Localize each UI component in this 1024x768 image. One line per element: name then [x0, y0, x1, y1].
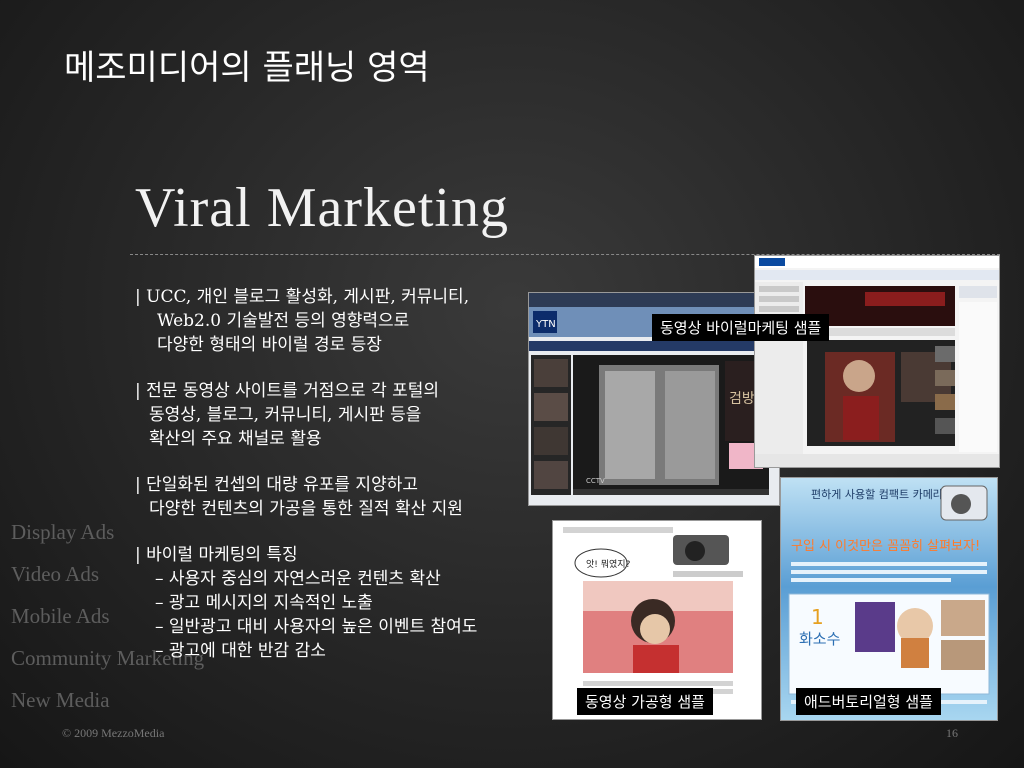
advertorial-image: 편하게 사용할 컴팩트 카메라 구입 시 이것만은 꼼꼼히 살펴보자! 1 화소…: [781, 478, 997, 720]
page-title: 메조미디어의 플래닝 영역: [64, 48, 430, 88]
cctv-label: CCTV: [586, 477, 605, 485]
bullet-block-3: | 단일화된 컨셉의 대량 유포를 지양하고 다양한 컨텐츠의 가공을 통한 질…: [135, 473, 530, 521]
bullet-text: – 광고 메시지의 지속적인 노출: [155, 593, 373, 613]
side-menu-item-new-media[interactable]: New Media: [11, 688, 204, 730]
svg-text:1: 1: [811, 605, 824, 629]
advertorial-name: 화소수: [799, 630, 840, 648]
bullet-text: | UCC, 개인 블로그 활성화, 게시판, 커뮤니티,: [135, 287, 470, 307]
processed-bubble-text: 앗! 뭐였지?: [586, 558, 631, 570]
bullet-block-1: | UCC, 개인 블로그 활성화, 게시판, 커뮤니티, Web2.0 기술발…: [135, 285, 530, 357]
footer-copyright: © 2009 MezzoMedia: [62, 726, 165, 740]
bullet-text: – 광고에 대한 반감 감소: [155, 641, 326, 661]
main-heading: Viral Marketing: [135, 177, 509, 239]
portal-tv-screenshot: [754, 255, 1000, 468]
bullet-text: | 전문 동영상 사이트를 거점으로 각 포털의: [135, 381, 440, 401]
bullet-text: | 단일화된 컨셉의 대량 유포를 지양하고: [135, 475, 418, 495]
bullet-text: – 일반광고 대비 사용자의 높은 이벤트 참여도: [155, 617, 478, 637]
advertorial-headline: 구입 시 이것만은 꼼꼼히 살펴보자!: [791, 539, 980, 554]
bullet-block-2: | 전문 동영상 사이트를 거점으로 각 포털의 동영상, 블로그, 커뮤니티,…: [135, 379, 530, 451]
footer-page-number: 16: [946, 726, 958, 740]
video-viral-sample-label: 동영상 바이럴마케팅 샘플: [652, 314, 830, 341]
bullet-text: Web2.0 기술발전 등의 영향력으로: [157, 311, 410, 331]
bullet-text: 다양한 컨텐츠의 가공을 통한 질적 확산 지원: [149, 499, 463, 519]
bullet-text: 다양한 형태의 바이럴 경로 등장: [157, 335, 382, 355]
advertorial-title: 편하게 사용할 컴팩트 카메라: [811, 487, 943, 501]
svg-text:검방: 검방: [729, 391, 755, 407]
ytn-logo: YTN: [535, 319, 556, 330]
bullet-list: | UCC, 개인 블로그 활성화, 게시판, 커뮤니티, Web2.0 기술발…: [135, 285, 530, 685]
bullet-text: – 사용자 중심의 자연스러운 컨텐츠 확산: [155, 569, 441, 589]
bullet-text: | 바이럴 마케팅의 특징: [135, 545, 298, 565]
bullet-text: 확산의 주요 채널로 활용: [149, 429, 322, 449]
advertorial-screenshot: 편하게 사용할 컴팩트 카메라 구입 시 이것만은 꼼꼼히 살펴보자! 1 화소…: [780, 477, 998, 721]
portal-tv-image: [755, 256, 999, 467]
processed-video-sample-label: 동영상 가공형 샘플: [577, 688, 713, 715]
bullet-text: 동영상, 블로그, 커뮤니티, 게시판 등을: [149, 405, 422, 425]
bullet-block-4: | 바이럴 마케팅의 특징 – 사용자 중심의 자연스러운 컨텐츠 확산 – 광…: [135, 543, 530, 663]
advertorial-sample-label: 애드버토리얼형 샘플: [796, 688, 941, 715]
